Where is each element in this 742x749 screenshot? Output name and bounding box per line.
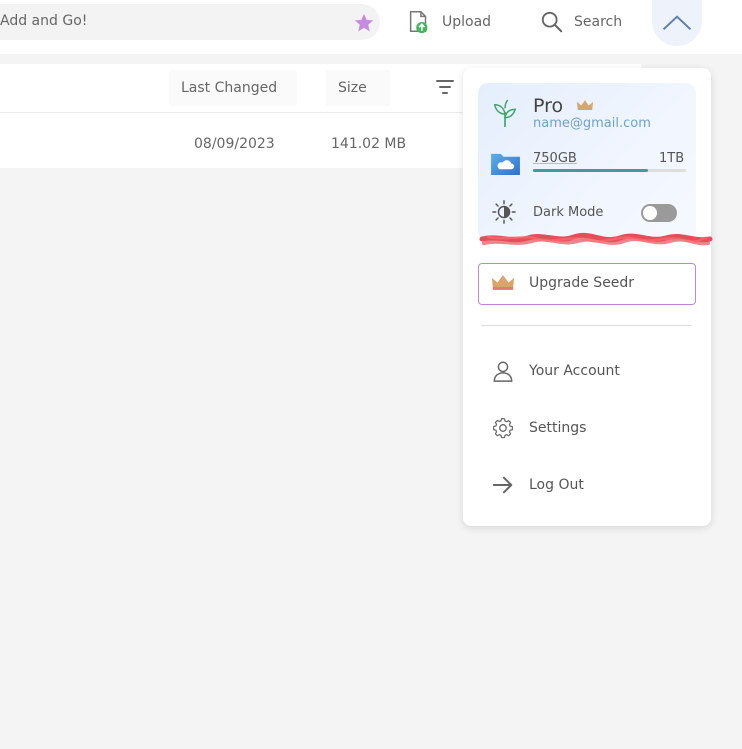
storage-total: 1TB xyxy=(659,151,685,166)
star-icon[interactable] xyxy=(353,12,375,34)
search-icon xyxy=(541,11,563,33)
crown-icon xyxy=(576,100,594,110)
column-header-size[interactable]: Size xyxy=(326,70,390,106)
profile-card: Pro name@gmail.com 750GB 1TB Dark Mode xyxy=(478,83,713,246)
user-icon xyxy=(493,361,513,382)
toggle-knob xyxy=(643,206,657,220)
upgrade-seedr-button[interactable]: Upgrade Seedr xyxy=(478,263,696,305)
redaction-scribble xyxy=(479,232,713,246)
search-button[interactable]: Search xyxy=(540,8,622,36)
search-label: Search xyxy=(574,14,623,30)
dark-mode-label: Dark Mode xyxy=(533,205,604,220)
menu-item-label: Settings xyxy=(529,420,587,436)
collapse-menu-button[interactable] xyxy=(652,0,702,46)
storage-used: 750GB xyxy=(533,151,577,166)
upgrade-label: Upgrade Seedr xyxy=(529,275,635,291)
menu-item-log-out[interactable]: Log Out xyxy=(478,465,696,505)
plan-name: Pro xyxy=(533,95,564,117)
cloud-folder-icon xyxy=(491,153,520,176)
user-email: name@gmail.com xyxy=(533,116,651,131)
gear-icon xyxy=(493,418,513,439)
contrast-icon xyxy=(492,200,516,224)
storage-progress-bar xyxy=(533,169,686,172)
add-and-go-input[interactable]: Add and Go! xyxy=(0,4,380,40)
filter-icon[interactable] xyxy=(435,78,455,96)
chevron-up-icon xyxy=(662,15,692,31)
account-dropdown: Pro name@gmail.com 750GB 1TB Dark Mode U… xyxy=(463,68,713,526)
storage-progress-fill xyxy=(533,169,648,172)
upload-button[interactable]: Upload xyxy=(406,8,491,36)
top-bar: Add and Go! Upload Search xyxy=(0,0,742,54)
menu-item-settings[interactable]: Settings xyxy=(478,408,696,448)
column-header-last-changed[interactable]: Last Changed xyxy=(169,70,297,106)
row-last-changed: 08/09/2023 xyxy=(194,136,275,152)
row-size: 141.02 MB xyxy=(331,136,407,152)
add-and-go-placeholder: Add and Go! xyxy=(0,13,88,29)
upload-icon xyxy=(409,11,428,34)
upload-label: Upload xyxy=(442,14,492,30)
menu-item-label: Your Account xyxy=(529,363,620,379)
dark-mode-toggle[interactable] xyxy=(641,204,677,222)
crown-icon xyxy=(491,275,515,290)
plant-icon xyxy=(493,99,517,127)
arrow-right-icon xyxy=(492,476,513,494)
menu-item-your-account[interactable]: Your Account xyxy=(478,351,696,391)
menu-item-label: Log Out xyxy=(529,477,584,493)
menu-divider xyxy=(481,325,692,326)
